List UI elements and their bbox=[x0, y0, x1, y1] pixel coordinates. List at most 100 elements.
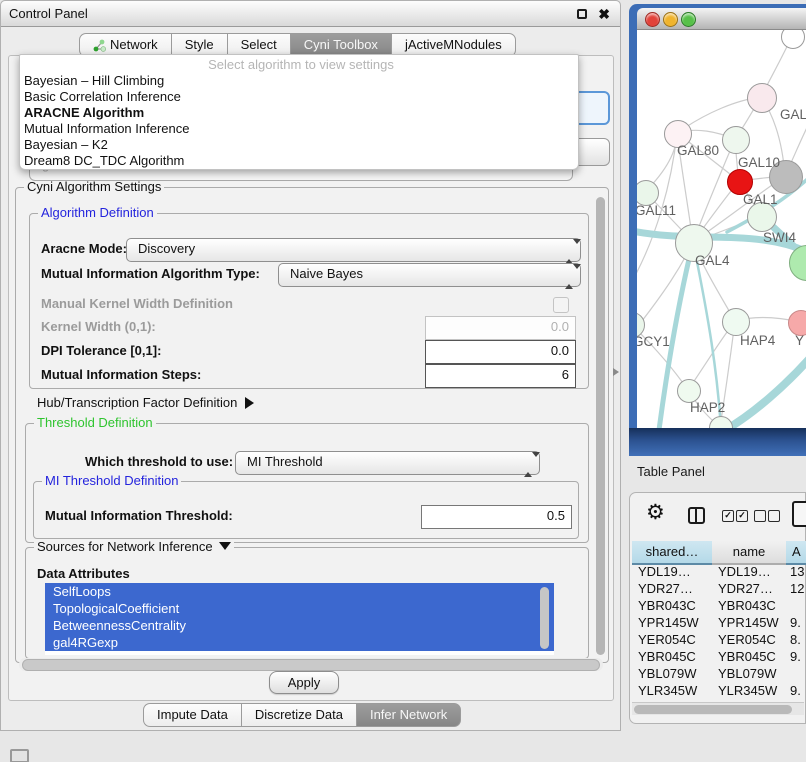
table-cell: YBR045C bbox=[632, 648, 712, 665]
bottom-tabbar: Impute Data Discretize Data Infer Networ… bbox=[143, 703, 461, 727]
network-window-titlebar[interactable] bbox=[637, 8, 806, 30]
table-row[interactable]: YLR345WYLR345W9. bbox=[632, 682, 806, 699]
table-cell bbox=[786, 665, 806, 682]
settings-vertical-scrollbar[interactable] bbox=[596, 197, 605, 655]
settings-hscroll-track bbox=[19, 658, 603, 671]
node-label-hap4: HAP4 bbox=[740, 333, 775, 348]
network-canvas[interactable]: GAL GAL80 GAL10 GAL1 GAL11 SWI4 GAL4 GCY… bbox=[637, 30, 806, 428]
close-traffic-light-icon[interactable] bbox=[645, 12, 660, 27]
algorithm-option[interactable]: Mutual Information Inference bbox=[20, 121, 578, 137]
algorithm-option-selected[interactable]: ARACNE Algorithm bbox=[20, 105, 578, 121]
table-cell: 9. bbox=[786, 648, 806, 665]
table-cell bbox=[786, 597, 806, 614]
hub-definition-label: Hub/Transcription Factor Definition bbox=[37, 395, 237, 410]
apply-button[interactable]: Apply bbox=[269, 671, 339, 694]
table-hscroll-track bbox=[632, 702, 804, 715]
algorithm-option[interactable]: Basic Correlation Inference bbox=[20, 89, 578, 105]
manual-kernel-label: Manual Kernel Width Definition bbox=[41, 293, 233, 315]
unchecked-checkbox-icon[interactable] bbox=[768, 510, 780, 522]
network-node-hap4[interactable] bbox=[722, 308, 750, 336]
mi-steps-label: Mutual Information Steps: bbox=[41, 364, 201, 386]
table-cell: YBL079W bbox=[632, 665, 712, 682]
attribute-item[interactable]: BetweennessCentrality bbox=[45, 617, 554, 634]
aracne-mode-value: Discovery bbox=[138, 241, 195, 256]
zoom-traffic-light-icon[interactable] bbox=[681, 12, 696, 27]
checked-checkbox-icon[interactable]: ✓ bbox=[736, 510, 748, 522]
table-row[interactable]: YBL079WYBL079W bbox=[632, 665, 806, 682]
manual-kernel-checkbox[interactable] bbox=[553, 297, 569, 313]
table-body: YDL19…YDL19…13YDR27…YDR27…12YBR043CYBR04… bbox=[632, 563, 806, 716]
network-window-footer bbox=[629, 428, 806, 456]
hub-definition-toggle[interactable]: Hub/Transcription Factor Definition bbox=[37, 395, 254, 410]
control-panel: Control Panel ✖ Network Style Select Cyn… bbox=[0, 0, 621, 731]
collapsed-panel-icon[interactable] bbox=[10, 749, 29, 762]
table-row[interactable]: YDR27…YDR27…12 bbox=[632, 580, 806, 597]
table-cell: 8. bbox=[786, 631, 806, 648]
tab-discretize-data-label: Discretize Data bbox=[255, 704, 343, 726]
node-label-gal10: GAL10 bbox=[738, 155, 780, 170]
stepper-icon bbox=[524, 455, 533, 475]
attribute-item[interactable]: SelfLoops bbox=[45, 583, 554, 600]
mi-threshold-field[interactable]: 0.5 bbox=[421, 505, 572, 529]
cyni-settings-title: Cyni Algorithm Settings bbox=[24, 180, 164, 194]
tab-infer-network-label: Infer Network bbox=[370, 704, 447, 726]
table-cell: YDL19… bbox=[712, 563, 786, 580]
checked-checkbox-icon[interactable]: ✓ bbox=[722, 510, 734, 522]
attributes-scrollbar[interactable] bbox=[540, 587, 549, 649]
mi-steps-field[interactable]: 6 bbox=[425, 364, 576, 388]
tab-impute-data[interactable]: Impute Data bbox=[143, 703, 241, 727]
document-icon[interactable] bbox=[792, 501, 806, 527]
column-header-partial[interactable]: A bbox=[786, 541, 806, 565]
table-row[interactable]: YBR045CYBR045C9. bbox=[632, 648, 806, 665]
dpi-tolerance-field[interactable]: 0.0 bbox=[425, 340, 576, 364]
column-header-shared-name[interactable]: shared… bbox=[632, 541, 713, 565]
node-label-gal1: GAL1 bbox=[743, 192, 778, 207]
algorithm-option[interactable]: Dream8 DC_TDC Algorithm bbox=[20, 153, 578, 169]
node-label-swi4: SWI4 bbox=[763, 230, 796, 245]
table-row[interactable]: YBR043CYBR043C bbox=[632, 597, 806, 614]
network-node[interactable] bbox=[747, 83, 777, 113]
table-row[interactable]: YDL19…YDL19…13 bbox=[632, 563, 806, 580]
which-threshold-combobox[interactable]: MI Threshold bbox=[235, 451, 540, 475]
unchecked-checkbox-icon[interactable] bbox=[754, 510, 766, 522]
kernel-width-field[interactable]: 0.0 bbox=[425, 316, 576, 340]
column-header-name[interactable]: name bbox=[712, 541, 787, 565]
dpi-tolerance-label: DPI Tolerance [0,1]: bbox=[41, 340, 161, 362]
algorithm-option[interactable]: Bayesian – K2 bbox=[20, 137, 578, 153]
which-threshold-value: MI Threshold bbox=[247, 454, 323, 469]
network-node-gal10[interactable] bbox=[722, 126, 750, 154]
table-cell: YDR27… bbox=[712, 580, 786, 597]
table-cell: YDR27… bbox=[632, 580, 712, 597]
settings-hscroll-thumb[interactable] bbox=[22, 659, 600, 671]
algorithm-popup-list: Select algorithm to view settings Bayesi… bbox=[19, 54, 579, 170]
table-cell: 9. bbox=[786, 614, 806, 631]
attribute-item[interactable]: gal4RGexp bbox=[45, 634, 554, 651]
attribute-item[interactable]: TopologicalCoefficient bbox=[45, 600, 554, 617]
node-label-gal80: GAL80 bbox=[677, 143, 719, 158]
collapse-arrow-icon bbox=[219, 542, 231, 550]
gear-icon[interactable]: ⚙ bbox=[646, 500, 665, 525]
network-icon bbox=[93, 39, 106, 52]
minimize-traffic-light-icon[interactable] bbox=[663, 12, 678, 27]
mi-type-combobox[interactable]: Naive Bayes bbox=[278, 263, 581, 287]
table-hscroll-thumb[interactable] bbox=[634, 705, 792, 714]
control-panel-titlebar: Control Panel bbox=[1, 1, 620, 27]
pane-resize-handle[interactable] bbox=[613, 368, 619, 376]
node-label: GAL bbox=[780, 107, 806, 122]
float-window-icon[interactable] bbox=[577, 9, 587, 19]
kernel-width-label: Kernel Width (0,1): bbox=[41, 316, 156, 338]
network-edges bbox=[637, 30, 806, 428]
table-cell: YBR043C bbox=[712, 597, 786, 614]
data-attributes-list: SelfLoops TopologicalCoefficient Between… bbox=[45, 583, 554, 655]
tab-infer-network[interactable]: Infer Network bbox=[356, 703, 461, 727]
column-layout-icon[interactable] bbox=[688, 507, 705, 524]
node-label-gal4: GAL4 bbox=[695, 253, 730, 268]
close-icon[interactable]: ✖ bbox=[598, 5, 610, 23]
aracne-mode-combobox[interactable]: Discovery bbox=[126, 238, 581, 262]
algorithm-definition-title: Algorithm Definition bbox=[38, 206, 157, 220]
table-row[interactable]: YPR145WYPR145W9. bbox=[632, 614, 806, 631]
algorithm-option[interactable]: Bayesian – Hill Climbing bbox=[20, 73, 578, 89]
table-row[interactable]: YER054CYER054C8. bbox=[632, 631, 806, 648]
tab-discretize-data[interactable]: Discretize Data bbox=[241, 703, 356, 727]
tab-network-label: Network bbox=[110, 34, 158, 56]
